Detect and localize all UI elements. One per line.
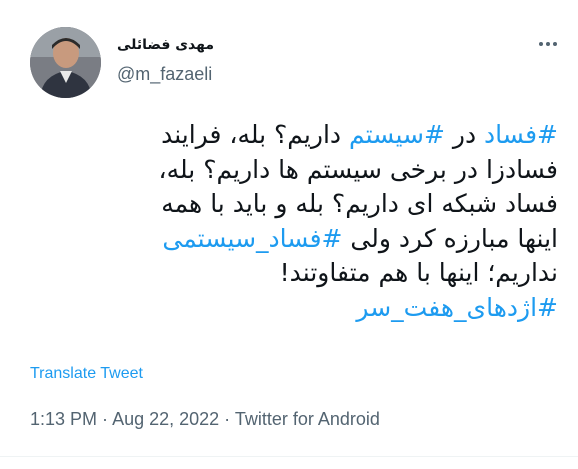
tweet-line: اینها مبارزه کرد ولی #فساد_سیستمی <box>22 222 558 257</box>
more-horizontal-icon[interactable] <box>537 37 559 51</box>
hashtag-link[interactable]: #فساد <box>484 120 558 149</box>
author-handle[interactable]: @m_fazaeli <box>117 64 212 85</box>
hashtag-link[interactable]: #سیستم <box>349 120 445 149</box>
tweet-text-segment: اینها مبارزه کرد ولی <box>342 223 558 253</box>
tweet-meta: 1:13 PM · Aug 22, 2022 · Twitter for And… <box>30 409 380 430</box>
divider <box>0 456 578 457</box>
tweet-card: مهدی فضائلی @m_fazaeli #فساد در #سیستم د… <box>0 0 578 469</box>
tweet-time[interactable]: 1:13 PM <box>30 409 97 429</box>
avatar[interactable] <box>30 27 101 98</box>
tweet-text-segment: فساد شبکه ای داریم؟ بله و باید با همه <box>161 189 558 218</box>
tweet-text-segment: فسادزا در برخی سیستم ها داریم؟ بله، <box>158 154 558 184</box>
author-display-name[interactable]: مهدی فضائلی <box>117 37 214 53</box>
tweet-text: #فساد در #سیستم داریم؟ بله، فرایند فسادزا… <box>22 118 558 325</box>
translate-tweet-link[interactable]: Translate Tweet <box>30 365 143 383</box>
tweet-source[interactable]: Twitter for Android <box>235 409 380 429</box>
tweet-line: #فساد در #سیستم داریم؟ بله، فرایند <box>22 118 558 153</box>
avatar-image <box>30 27 101 98</box>
tweet-date[interactable]: Aug 22, 2022 <box>112 409 219 429</box>
tweet-line: نداریم؛ اینها با هم متفاوتند! <box>22 256 558 291</box>
meta-separator: · <box>219 409 235 429</box>
tweet-text-segment: در <box>444 120 485 149</box>
tweet-text-segment: نداریم؛ اینها با هم متفاوتند! <box>279 258 558 287</box>
tweet-line: فساد شبکه ای داریم؟ بله و باید با همه <box>22 187 558 222</box>
tweet-line: #اژدهای_هفت_سر <box>22 291 558 326</box>
tweet-text-segment: داریم؟ بله، فرایند <box>161 120 349 149</box>
hashtag-link[interactable]: #فساد_سیستمی <box>162 224 342 253</box>
tweet-line: فسادزا در برخی سیستم ها داریم؟ بله، <box>22 153 558 188</box>
meta-separator: · <box>97 409 113 429</box>
hashtag-link[interactable]: #اژدهای_هفت_سر <box>356 293 558 322</box>
